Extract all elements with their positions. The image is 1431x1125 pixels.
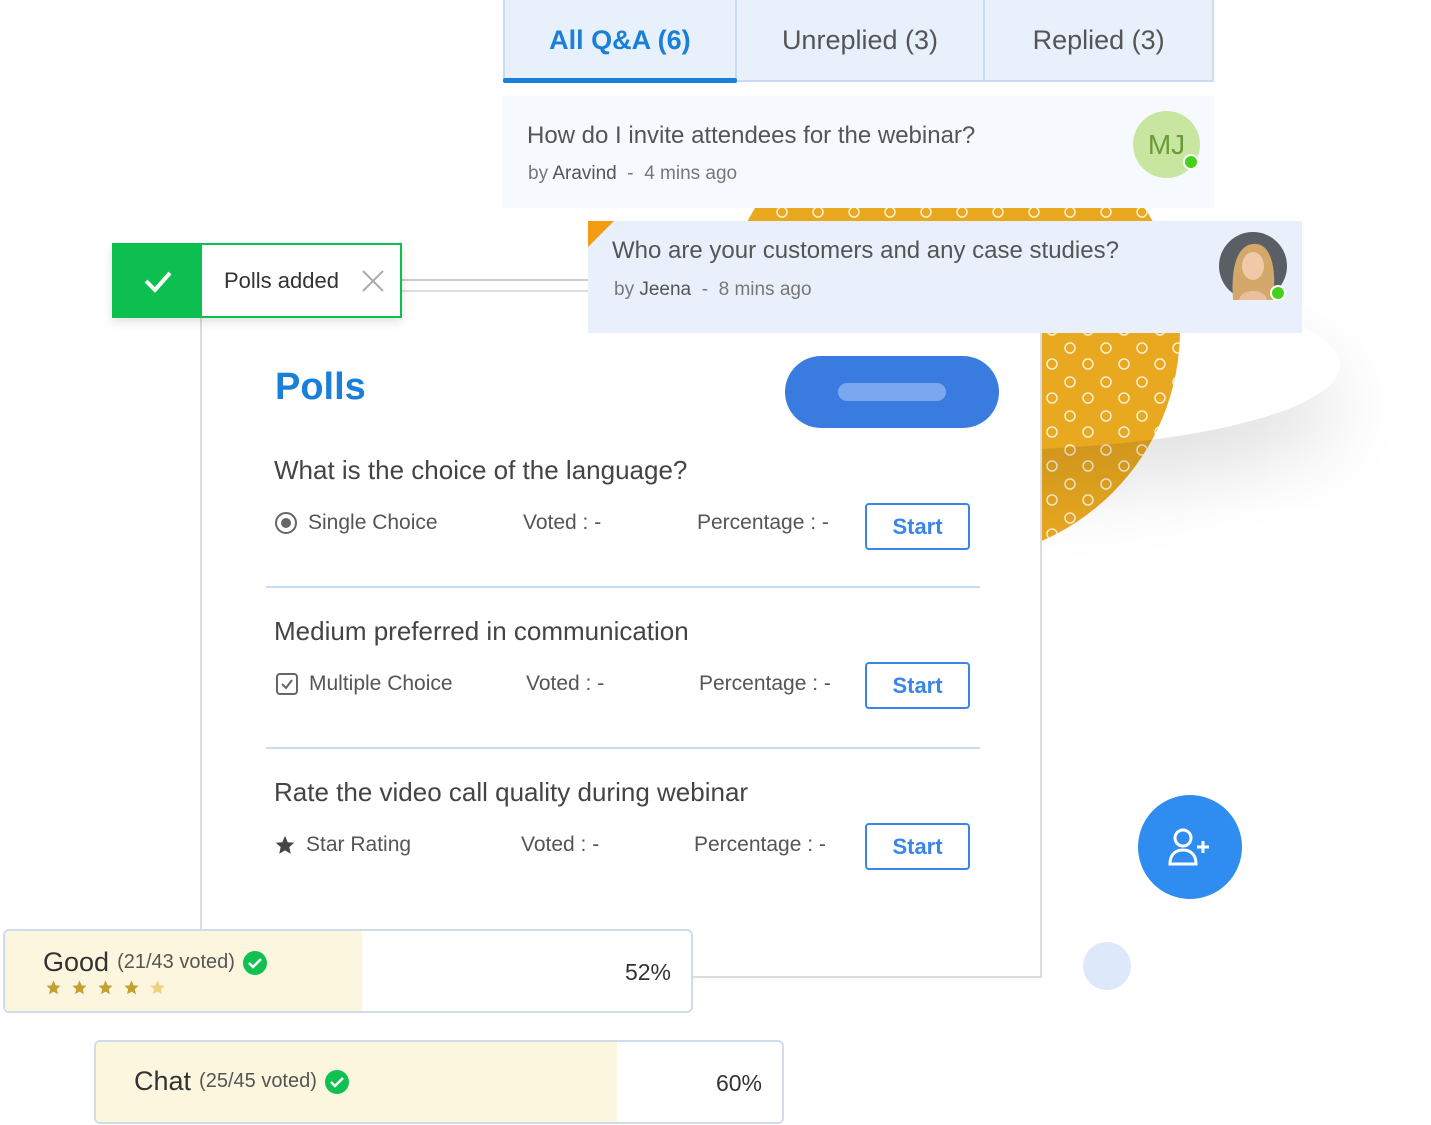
by-label: by: [614, 279, 635, 300]
polls-title: Polls: [275, 366, 366, 408]
poll-result-chat: Chat (25/45 voted) 60%: [94, 1040, 784, 1124]
poll-voted: Voted : -: [523, 511, 602, 534]
poll-type-label: Multiple Choice: [309, 672, 453, 695]
poll-percentage: Percentage : -: [699, 672, 831, 695]
tab-unreplied[interactable]: Unreplied (3): [737, 0, 986, 80]
poll-type: Single Choice: [274, 511, 438, 535]
start-poll-button[interactable]: Start: [865, 503, 970, 550]
add-user-button[interactable]: [1138, 795, 1242, 899]
poll-voted: Voted : -: [521, 833, 600, 856]
polls-added-toast: Polls added: [112, 243, 402, 318]
poll-type: Multiple Choice: [275, 672, 453, 696]
question-card[interactable]: How do I invite attendees for the webina…: [503, 96, 1214, 208]
poll-type-label: Single Choice: [308, 511, 438, 534]
result-option: Chat: [134, 1066, 192, 1096]
tab-replied[interactable]: Replied (3): [985, 0, 1212, 80]
poll-result-good: Good (21/43 voted) 52%: [3, 929, 693, 1013]
star-icon: [46, 980, 61, 995]
decorative-circle: [1083, 942, 1131, 990]
poll-question: What is the choice of the language?: [274, 455, 688, 485]
online-status-dot: [1270, 285, 1286, 301]
add-user-icon: [1168, 828, 1209, 866]
poll-question: Medium preferred in communication: [274, 616, 689, 646]
author: Aravind: [552, 163, 617, 184]
result-votes: (25/45 voted): [199, 1070, 317, 1092]
connector-line: [402, 279, 592, 281]
avatar-initials: MJ: [1147, 128, 1186, 160]
question-meta: by Jeena - 8 mins ago: [614, 279, 812, 300]
question-text: Who are your customers and any case stud…: [612, 237, 1119, 264]
radio-icon: [275, 512, 297, 534]
poll-voted: Voted : -: [526, 672, 605, 695]
timestamp: 8 mins ago: [718, 279, 812, 300]
divider: [266, 586, 980, 588]
poll-percentage: Percentage : -: [694, 833, 826, 856]
question-text: How do I invite attendees for the webina…: [527, 122, 976, 149]
poll-percentage: Percentage : -: [697, 511, 829, 534]
star-icon: [275, 835, 295, 854]
checkbox-icon: [276, 673, 298, 695]
question-card[interactable]: Who are your customers and any case stud…: [588, 221, 1302, 333]
result-option: Good: [43, 947, 110, 977]
star-icon: [72, 980, 87, 995]
poll-question: Rate the video call quality during webin…: [274, 777, 749, 807]
online-status-dot: [1183, 154, 1199, 170]
start-poll-button[interactable]: Start: [865, 662, 970, 709]
qa-tabs: All Q&A (6) Unreplied (3) Replied (3): [503, 0, 1214, 83]
author: Jeena: [639, 279, 692, 300]
star-rating: [45, 979, 166, 996]
question-meta: by Aravind - 4 mins ago: [528, 163, 738, 184]
poll-type: Star Rating: [274, 833, 411, 857]
create-poll-button[interactable]: [785, 356, 999, 428]
result-percent: 60%: [715, 1070, 762, 1096]
check-icon: [114, 245, 202, 316]
poll-type-label: Star Rating: [306, 833, 412, 856]
close-icon[interactable]: [361, 269, 385, 293]
by-label: by: [528, 163, 549, 184]
result-percent: 52%: [624, 959, 671, 985]
tab-all-qa[interactable]: All Q&A (6): [503, 0, 737, 83]
result-votes: (21/43 voted): [117, 951, 235, 973]
divider: [266, 747, 980, 749]
check-circle-icon: [324, 1069, 349, 1094]
toast-message: Polls added: [224, 267, 339, 293]
timestamp: 4 mins ago: [644, 163, 738, 184]
result-label: Chat (25/45 voted): [134, 1066, 349, 1097]
start-poll-button[interactable]: Start: [865, 823, 970, 870]
star-icon: [124, 980, 139, 995]
star-icon: [98, 980, 113, 995]
button-placeholder-bar: [838, 383, 946, 401]
star-icon: [150, 980, 165, 995]
highlight-corner-icon: [588, 221, 614, 247]
result-label: Good (21/43 voted): [43, 947, 267, 978]
check-circle-icon: [242, 950, 267, 975]
